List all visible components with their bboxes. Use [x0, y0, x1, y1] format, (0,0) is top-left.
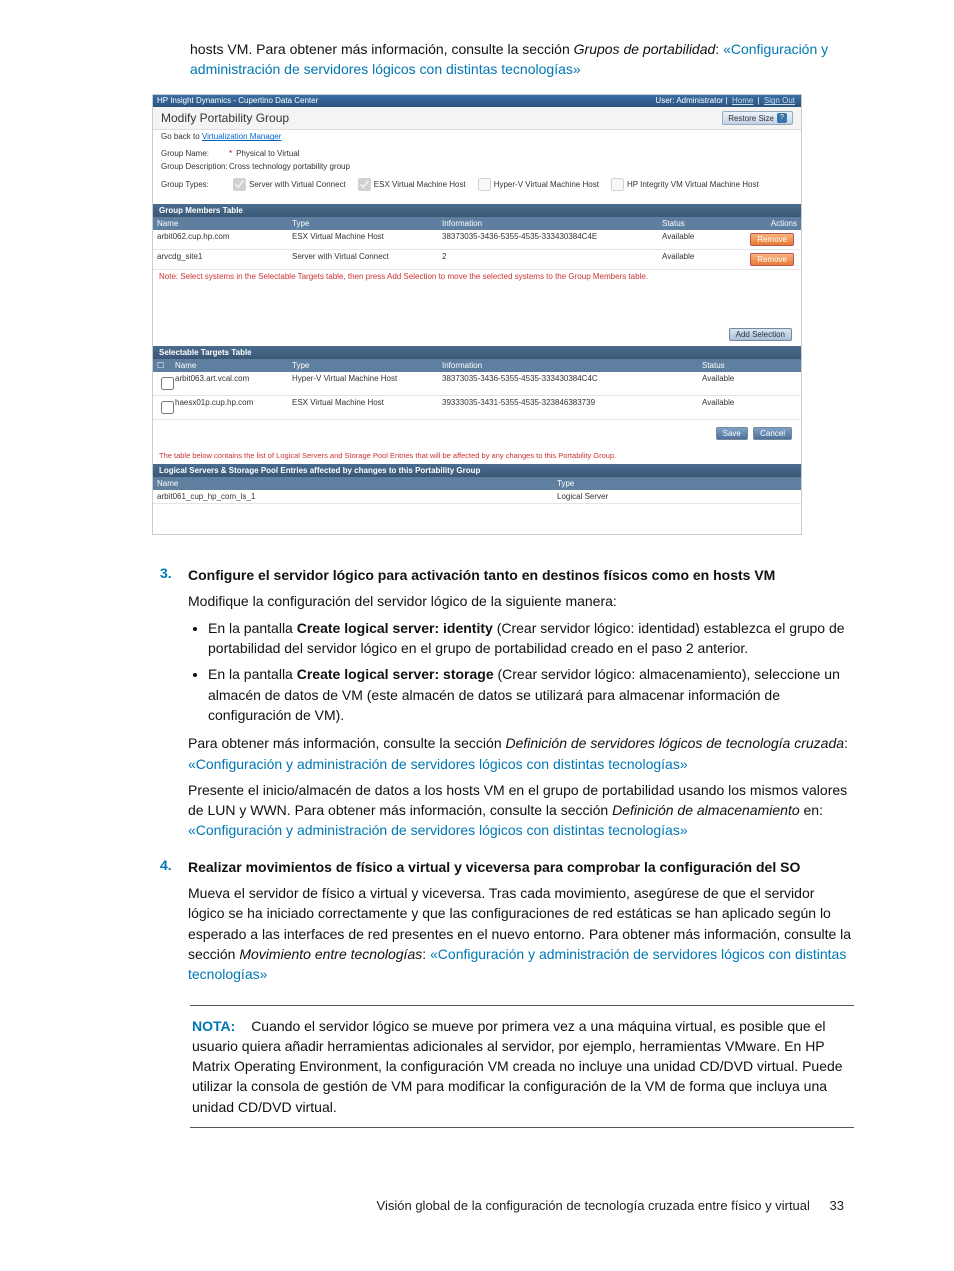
type-checkbox-3[interactable]: [478, 178, 491, 191]
window-titlebar: HP Insight Dynamics - Cupertino Data Cen…: [153, 95, 801, 107]
required-asterisk: *: [229, 149, 232, 158]
step-4: 4. Realizar movimientos de físico a virt…: [160, 857, 854, 991]
add-selection-button[interactable]: Add Selection: [729, 328, 792, 341]
affected-row: arbit061_cup_hp_com_ls_1 Logical Server: [153, 490, 801, 504]
type-checkbox-4[interactable]: [611, 178, 624, 191]
intro-paragraph: hosts VM. Para obtener más información, …: [190, 40, 854, 79]
page-number: 33: [830, 1198, 844, 1213]
titlebar-left: HP Insight Dynamics - Cupertino Data Cen…: [157, 95, 318, 107]
selectable-table-title: Selectable Targets Table: [153, 346, 801, 359]
group-desc-label: Group Description:: [161, 162, 229, 171]
step3-bullet-1: En la pantalla Create logical server: id…: [208, 618, 854, 659]
intro-italic: Grupos de portabilidad: [574, 41, 716, 57]
members-table-title: Group Members Table: [153, 204, 801, 217]
go-back-link[interactable]: Virtualization Manager: [202, 132, 281, 141]
member-row: arbit062.cup.hp.com ESX Virtual Machine …: [153, 230, 801, 250]
intro-colon: :: [715, 41, 723, 57]
step-number: 3.: [160, 565, 188, 847]
selectable-row: arbit063.art.vcal.com Hyper-V Virtual Ma…: [153, 372, 801, 396]
selectable-row: haesx01p.cup.hp.com ESX Virtual Machine …: [153, 396, 801, 420]
note-label: NOTA:: [192, 1018, 235, 1034]
group-name-value: Physical to Virtual: [236, 149, 299, 158]
screenshot-panel: HP Insight Dynamics - Cupertino Data Cen…: [152, 94, 802, 535]
titlebar-right: User: Administrator | Home | Sign Out: [655, 95, 797, 107]
step3-p3: Presente el inicio/almacén de datos a lo…: [188, 780, 854, 841]
step4-p1: Mueva el servidor de físico a virtual y …: [188, 883, 854, 984]
step3-link1[interactable]: «Configuración y administración de servi…: [188, 756, 688, 772]
affected-note: The table below contains the list of Log…: [153, 447, 801, 464]
group-types-label: Group Types:: [161, 180, 229, 189]
page-subheader: Modify Portability Group Restore Size ?: [153, 107, 801, 130]
member-row: arvcdg_site1 Server with Virtual Connect…: [153, 250, 801, 270]
type-checkbox-2[interactable]: [358, 178, 371, 191]
type-checkbox-1[interactable]: [233, 178, 246, 191]
group-name-label: Group Name:: [161, 149, 229, 158]
members-note: Note: Select systems in the Selectable T…: [153, 270, 801, 283]
cancel-button[interactable]: Cancel: [753, 427, 792, 440]
remove-button[interactable]: Remove: [750, 233, 794, 246]
page-title: Modify Portability Group: [161, 111, 289, 125]
members-table-head: Name Type Information Status Actions: [153, 217, 801, 230]
note-text: Cuando el servidor lógico se mueve por p…: [192, 1018, 843, 1115]
selectable-table-head: ☐ Name Type Information Status: [153, 359, 801, 372]
titlebar-user: User: Administrator: [655, 96, 723, 105]
footer-text: Visión global de la configuración de tec…: [377, 1198, 810, 1213]
restore-size-button[interactable]: Restore Size ?: [722, 111, 793, 125]
step-number: 4.: [160, 857, 188, 991]
go-back-row: Go back to Virtualization Manager: [153, 130, 801, 147]
remove-button[interactable]: Remove: [750, 253, 794, 266]
step-heading: Realizar movimientos de físico a virtual…: [188, 857, 854, 877]
save-button[interactable]: Save: [716, 427, 748, 440]
titlebar-signout[interactable]: Sign Out: [764, 96, 795, 105]
page-footer: Visión global de la configuración de tec…: [50, 1198, 844, 1213]
affected-table-head: Name Type: [153, 477, 801, 490]
step3-p1: Modifique la configuración del servidor …: [188, 591, 854, 611]
step3-bullet-2: En la pantalla Create logical server: st…: [208, 664, 854, 725]
step-3: 3. Configure el servidor lógico para act…: [160, 565, 854, 847]
intro-prefix: hosts VM. Para obtener más información, …: [190, 41, 574, 57]
group-desc-value: Cross technology portability group: [229, 162, 350, 171]
affected-table-title: Logical Servers & Storage Pool Entries a…: [153, 464, 801, 477]
titlebar-home[interactable]: Home: [732, 96, 753, 105]
step-heading: Configure el servidor lógico para activa…: [188, 565, 854, 585]
step3-p2: Para obtener más información, consulte l…: [188, 733, 854, 774]
help-icon[interactable]: ?: [777, 113, 787, 123]
step3-link2[interactable]: «Configuración y administración de servi…: [188, 822, 688, 838]
note-block: NOTA: Cuando el servidor lógico se mueve…: [190, 1005, 854, 1128]
